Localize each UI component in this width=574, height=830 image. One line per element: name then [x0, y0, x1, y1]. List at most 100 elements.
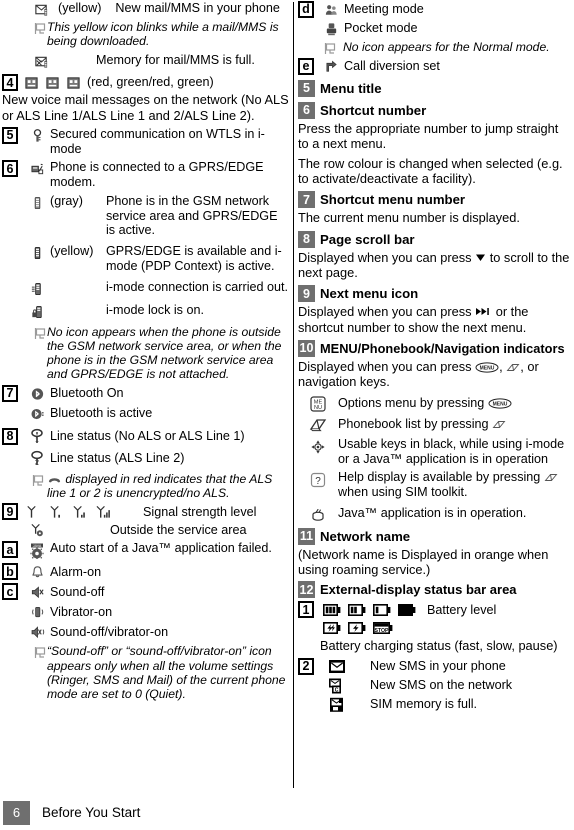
- vibrator-on-icon: [24, 603, 50, 620]
- help-display-suffix: when using SIM toolkit.: [338, 484, 468, 499]
- section-e: e Call diversion set: [298, 58, 572, 75]
- handset-red-icon: [48, 478, 61, 483]
- section-c-text: Sound-off: [50, 584, 105, 599]
- section-7: 7 Bluetooth On: [2, 385, 289, 403]
- section-r11-p1: (Network name is Displayed in orange whe…: [298, 546, 549, 578]
- section-badge-5: 5: [2, 126, 18, 144]
- section-5-text: Secured communication on WTLS in i-mode: [50, 126, 265, 156]
- voicemail-icons: [24, 75, 81, 91]
- phonebook-key-icon: [506, 364, 520, 372]
- footer-page-number: 6: [3, 800, 30, 825]
- voicemail-green-red-icon: [46, 77, 59, 89]
- section-e-text: Call diversion set: [344, 59, 440, 74]
- section-4-text: New voice mail messages on the network (…: [2, 92, 289, 123]
- next-track-icon: [476, 308, 489, 316]
- row-sms-network: C New SMS on the network: [298, 677, 572, 694]
- section-r9-p1: Displayed when you can press or the shor…: [298, 304, 572, 335]
- imode-lock-text: i-mode lock is on.: [106, 302, 204, 317]
- imode-lock-icon: [24, 303, 50, 320]
- battery-full-icon: [323, 603, 341, 616]
- left-column: (yellow) New mail/MMS in your phone This…: [0, 0, 293, 795]
- bluetooth-active-icon: [24, 405, 50, 422]
- section-r10-header: 10 MENU/Phonebook/Navigation indicators: [298, 340, 572, 358]
- line-status-2-text: Line status (ALS Line 2): [50, 451, 185, 466]
- pocket-mode-text: Pocket mode: [344, 21, 418, 36]
- gprs-modem-icon: [24, 160, 50, 177]
- section-b: b Alarm-on: [2, 563, 289, 581]
- section-d-text: Meeting mode: [344, 2, 424, 17]
- badge-slot-b: b: [2, 563, 24, 581]
- section-r11-title: Network name: [320, 528, 411, 544]
- section-7-text: Bluetooth On: [50, 386, 124, 401]
- section-badge-9: 9: [2, 503, 18, 521]
- section-r8-p1: Displayed when you can press to scroll t…: [298, 250, 572, 281]
- svg-text:C: C: [335, 687, 339, 693]
- section-badge-r6: 6: [298, 102, 315, 119]
- row-sms-new: 2 New SMS in your phone: [298, 657, 572, 675]
- sms-network-text: New SMS on the network: [370, 677, 513, 692]
- bluetooth-active-text: Bluetooth is active: [50, 406, 153, 421]
- sound-off-vibrator-on-icon: [24, 623, 50, 640]
- navigation-keys-icon: [298, 437, 338, 456]
- svg-text:?: ?: [315, 476, 321, 487]
- section-4: 4 (red, green/red, green): [2, 74, 289, 92]
- badge-slot-9: 9: [2, 503, 24, 521]
- help-display-prefix: Help display is available by pressing: [338, 470, 541, 485]
- new-mail-color-label: (yellow): [58, 1, 102, 15]
- section-badge-a: a: [2, 541, 18, 559]
- section-badge-r8: 8: [298, 230, 315, 248]
- sim-full-icon: [318, 696, 356, 713]
- row-line-status-2: 2 Line status (ALS Line 2): [2, 449, 289, 468]
- note-flag-icon: [34, 327, 47, 340]
- help-question-icon: ?: [298, 470, 338, 489]
- section-r6-p1: Press the appropriate number to jump str…: [298, 121, 559, 152]
- down-triangle-icon: [476, 254, 486, 261]
- sms-new-text: New SMS in your phone: [370, 658, 506, 673]
- footer-chapter-title: Before You Start: [42, 805, 141, 820]
- section-c: c Sound-off: [2, 583, 289, 601]
- phonebook-key-icon: [544, 474, 558, 482]
- svg-text:1: 1: [35, 437, 39, 444]
- section-r6-title: Shortcut number: [320, 103, 427, 118]
- sound-off-icon: [24, 583, 50, 600]
- java-running-text: Java™ application is in operation.: [338, 505, 527, 520]
- row-options-menu: ME NU Options menu by pressing MENU: [298, 394, 572, 413]
- sim-full-text: SIM memory is full.: [370, 696, 478, 711]
- phonebook-key-icon: [492, 420, 506, 428]
- section-r7-p1: The current menu number is displayed.: [298, 210, 520, 226]
- section-r6-p2: The row colour is changed when selected …: [298, 155, 563, 187]
- no-service-text: Outside the service area: [110, 522, 247, 537]
- gprs-gray-icon: [24, 194, 50, 211]
- battery-empty-icon: [398, 603, 416, 616]
- badge-slot-ext-1: 1: [298, 601, 318, 619]
- pocket-mode-icon: [318, 20, 344, 37]
- badge-slot-a: a: [2, 541, 24, 559]
- badge-slot-d: d: [298, 1, 318, 18]
- charging-pause-icon: STOP: [373, 622, 393, 635]
- section-badge-8: 8: [2, 428, 18, 446]
- signal-1-icon: [50, 505, 60, 518]
- section-8: 8 1 Line status (No ALS or ALS Line 1): [2, 427, 289, 446]
- battery-one-third-icon: [373, 603, 391, 616]
- section-r10-mid: ,: [499, 359, 503, 375]
- charging-fast-icon: [323, 622, 341, 635]
- section-8-text: Line status (No ALS or ALS Line 1): [50, 429, 245, 444]
- section-badge-6: 6: [2, 160, 18, 178]
- section-6-text: Phone is connected to a GPRS/EDGE modem.: [50, 160, 264, 190]
- section-r10-title: MENU/Phonebook/Navigation indicators: [320, 341, 565, 357]
- java-autostart-failed-icon: JAVA: [24, 541, 50, 560]
- imode-connection-text: i-mode connection is carried out.: [106, 279, 289, 294]
- line-status-2-icon: 2: [24, 449, 50, 468]
- line-status-1-icon: 1: [24, 427, 50, 446]
- note-flag-icon: [32, 474, 45, 487]
- alarm-icon: [24, 563, 50, 580]
- battery-level-label: Battery level: [427, 602, 497, 617]
- row-pocket-mode: Pocket mode: [298, 20, 572, 37]
- section-r9-prefix: Displayed when you can press: [298, 304, 472, 320]
- badge-slot-e: e: [298, 58, 318, 75]
- badge-slot-6: 6: [2, 160, 24, 178]
- imode-connection-icon: [24, 280, 50, 297]
- svg-text:STOP: STOP: [374, 628, 389, 634]
- section-9: 9 Signal strength level: [2, 503, 289, 521]
- section-r5-title: Menu title: [320, 81, 382, 96]
